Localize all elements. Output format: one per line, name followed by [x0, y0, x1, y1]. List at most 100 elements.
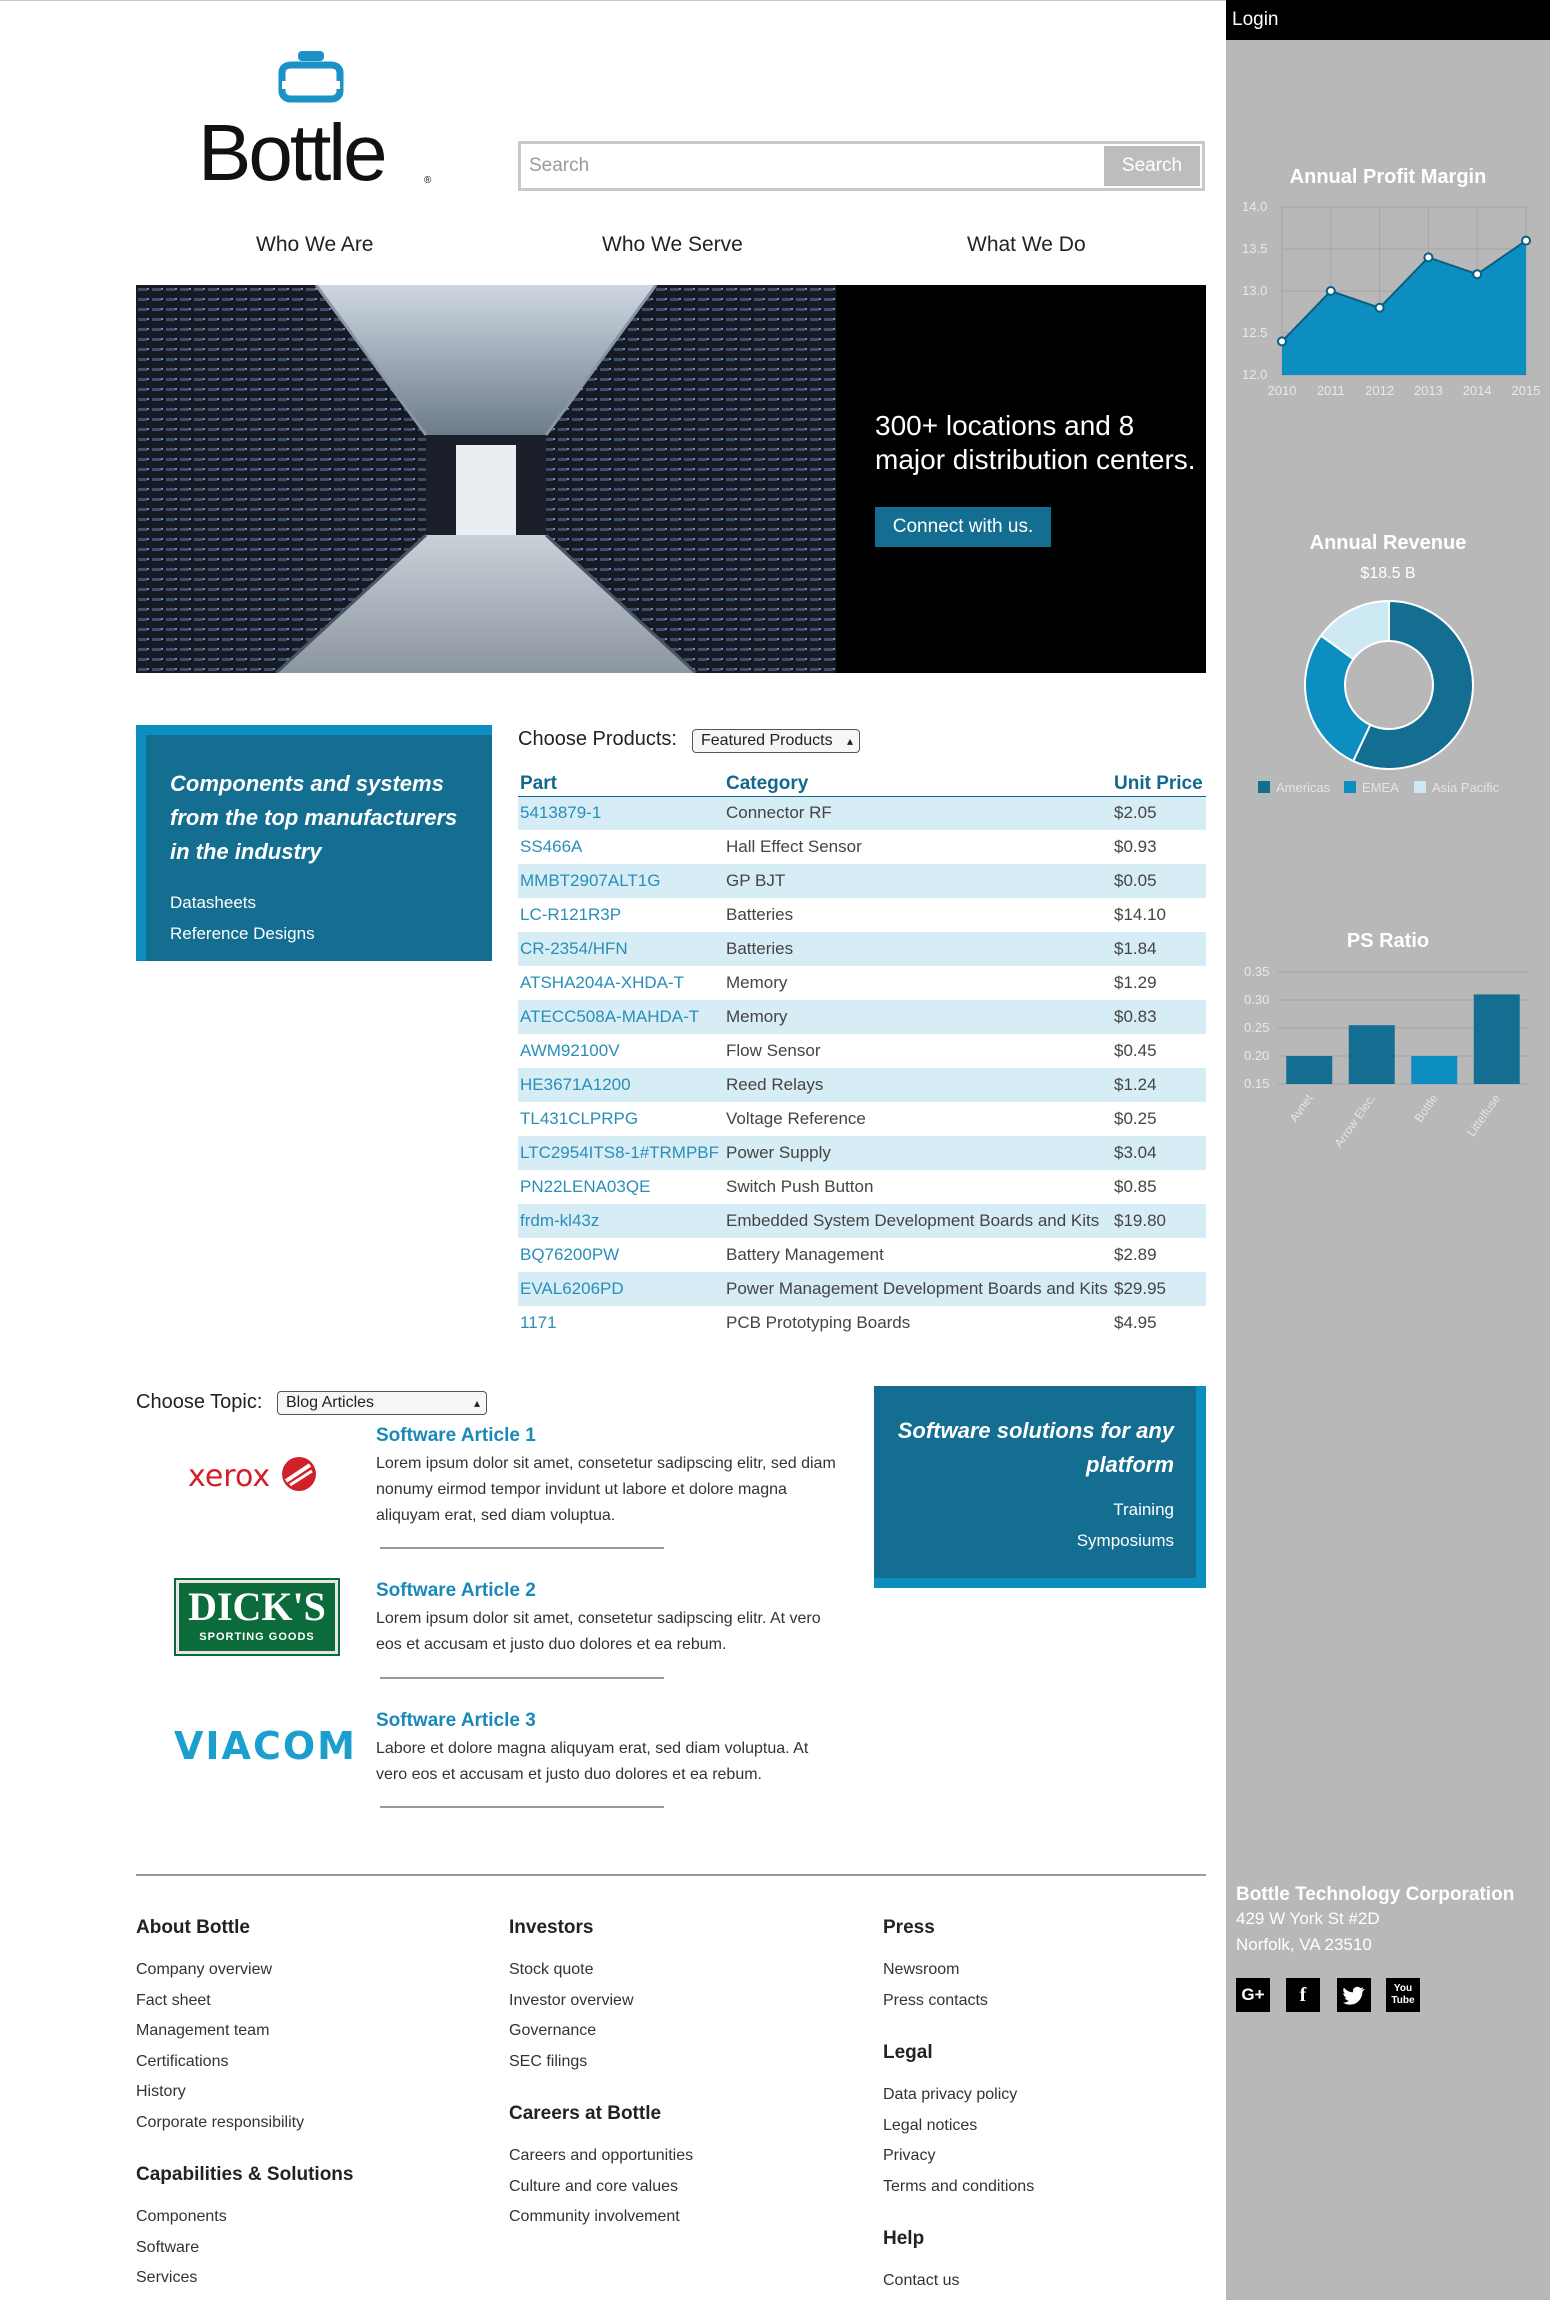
login-link[interactable]: Login	[1226, 0, 1550, 40]
footer-link[interactable]: Careers and opportunities	[509, 2147, 693, 2164]
footer-heading: Capabilities & Solutions	[136, 2164, 354, 2185]
hero-banner: 300+ locations and 8 major distribution …	[136, 285, 1206, 673]
xerox-sphere-icon	[282, 1457, 316, 1491]
dicks-wordmark: DICK'S	[188, 1584, 326, 1629]
part-link[interactable]: CR-2354/HFN	[518, 932, 724, 966]
footer-link[interactable]: Investor overview	[509, 1992, 634, 2009]
footer-link[interactable]: Press contacts	[883, 1992, 988, 2009]
bottle-logo[interactable]: Bottle ®	[198, 51, 438, 196]
category-cell: Embedded System Development Boards and K…	[724, 1204, 1112, 1238]
footer-link[interactable]: Components	[136, 2208, 227, 2225]
part-link[interactable]: SS466A	[518, 830, 724, 864]
footer-link[interactable]: Community involvement	[509, 2208, 680, 2225]
part-link[interactable]: LC-R121R3P	[518, 898, 724, 932]
footer-link[interactable]: Certifications	[136, 2053, 228, 2070]
part-link[interactable]: 1171	[518, 1306, 724, 1340]
article-title[interactable]: Software Article 3	[376, 1710, 536, 1732]
nav-what-we-do[interactable]: What We Do	[967, 233, 1086, 257]
youtube-icon[interactable]: You Tube	[1386, 1978, 1420, 2012]
footer-link[interactable]: History	[136, 2083, 186, 2100]
x-tick-label: Avnet	[1287, 1091, 1316, 1125]
hero-headline: 300+ locations and 8 major distribution …	[875, 410, 1196, 475]
article-title[interactable]: Software Article 1	[376, 1425, 536, 1447]
topic-select[interactable]: Blog Articles ▴	[277, 1391, 487, 1415]
products-select[interactable]: Featured Products ▴	[692, 729, 860, 753]
footer-link[interactable]: Software	[136, 2239, 199, 2256]
topic-select-value: Blog Articles	[286, 1394, 375, 1411]
connect-button[interactable]: Connect with us.	[875, 507, 1051, 547]
footer-link[interactable]: Data privacy policy	[883, 2086, 1017, 2103]
data-point	[1374, 302, 1385, 313]
table-row: 1171 PCB Prototyping Boards $4.95	[518, 1306, 1206, 1340]
footer-col-investors: Investors Stock quote Investor overview …	[509, 1917, 693, 2233]
category-cell: Reed Relays	[724, 1068, 1112, 1102]
table-row: TL431CLPRPG Voltage Reference $0.25	[518, 1102, 1206, 1136]
part-link[interactable]: LTC2954ITS8-1#TRMPBF	[518, 1136, 724, 1170]
table-row: LTC2954ITS8-1#TRMPBF Power Supply $3.04	[518, 1136, 1206, 1170]
footer-link[interactable]: Stock quote	[509, 1961, 594, 1978]
footer-link[interactable]: Services	[136, 2269, 197, 2286]
footer-link[interactable]: Culture and core values	[509, 2178, 678, 2195]
search-input[interactable]	[529, 150, 1099, 182]
components-promo: Components and systems from the top manu…	[136, 725, 492, 961]
part-link[interactable]: AWM92100V	[518, 1034, 724, 1068]
footer-link[interactable]: Terms and conditions	[883, 2178, 1034, 2195]
footer-link[interactable]: Contact us	[883, 2272, 959, 2289]
footer-link[interactable]: Fact sheet	[136, 1992, 211, 2009]
search-bar: Search	[518, 141, 1205, 191]
price-cell: $0.85	[1114, 1177, 1157, 1196]
part-link[interactable]: 5413879-1	[518, 796, 724, 830]
footer-link[interactable]: Corporate responsibility	[136, 2114, 304, 2131]
legend-label: EMEA	[1362, 780, 1399, 795]
part-link[interactable]: frdm-kl43z	[518, 1204, 724, 1238]
footer-heading: Help	[883, 2228, 925, 2249]
part-link[interactable]: ATECC508A-MAHDA-T	[518, 1000, 724, 1034]
part-link[interactable]: BQ76200PW	[518, 1238, 724, 1272]
part-link[interactable]: HE3671A1200	[518, 1068, 724, 1102]
footer-link[interactable]: SEC filings	[509, 2053, 587, 2070]
x-tick-label: 2010	[1268, 383, 1297, 398]
symposiums-link[interactable]: Symposiums	[1077, 1531, 1174, 1550]
reference-designs-link[interactable]: Reference Designs	[170, 924, 315, 943]
price-cell: $0.83	[1112, 1000, 1206, 1034]
search-button[interactable]: Search	[1104, 146, 1200, 186]
part-link[interactable]: ATSHA204A-XHDA-T	[518, 966, 724, 1000]
col-unit-price[interactable]: Unit Price	[1112, 772, 1206, 797]
select-arrows-icon: ▴	[473, 1396, 480, 1410]
price-cell: $29.95	[1112, 1272, 1206, 1306]
address-line-1: 429 W York St #2D	[1236, 1909, 1380, 1928]
data-point	[1521, 235, 1531, 246]
category-cell: Battery Management	[726, 1245, 884, 1264]
nav-who-we-serve[interactable]: Who We Serve	[602, 233, 743, 257]
part-link[interactable]: MMBT2907ALT1G	[518, 864, 724, 898]
col-part[interactable]: Part	[518, 772, 724, 797]
footer-link[interactable]: Company overview	[136, 1961, 272, 1978]
profit-margin-chart: 12.0 12.5 13.0 13.5 14.0 2010 2011 2012 2013 2014…	[1242, 199, 1540, 398]
nav-who-we-are[interactable]: Who We Are	[256, 233, 374, 257]
y-tick-label: 13.5	[1242, 241, 1267, 256]
server-room-image	[136, 285, 836, 673]
col-category[interactable]: Category	[724, 772, 1112, 797]
legend-label: Asia Pacific	[1432, 780, 1500, 795]
y-tick-label: 12.0	[1242, 367, 1267, 382]
twitter-icon[interactable]	[1337, 1978, 1371, 2012]
google-plus-icon[interactable]: G+	[1236, 1978, 1270, 2012]
category-cell: Power Supply	[724, 1136, 1112, 1170]
price-cell: $0.25	[1114, 1109, 1157, 1128]
dicks-subtitle: SPORTING GOODS	[199, 1631, 315, 1643]
footer-link[interactable]: Governance	[509, 2022, 596, 2039]
facebook-icon[interactable]: f	[1286, 1978, 1320, 2012]
training-link[interactable]: Training	[1113, 1500, 1174, 1519]
footer-link[interactable]: Management team	[136, 2022, 269, 2039]
part-link[interactable]: PN22LENA03QE	[518, 1170, 724, 1204]
part-link[interactable]: TL431CLPRPG	[518, 1102, 724, 1136]
article-title[interactable]: Software Article 2	[376, 1580, 536, 1602]
software-promo: Software solutions for any platform Trai…	[874, 1386, 1206, 1588]
divider	[380, 1547, 664, 1549]
datasheets-link[interactable]: Datasheets	[170, 893, 256, 912]
footer-link[interactable]: Newsroom	[883, 1961, 959, 1978]
footer-link[interactable]: Legal notices	[883, 2117, 977, 2134]
data-point	[1472, 269, 1483, 280]
part-link[interactable]: EVAL6206PD	[518, 1272, 724, 1306]
footer-link[interactable]: Privacy	[883, 2147, 935, 2164]
